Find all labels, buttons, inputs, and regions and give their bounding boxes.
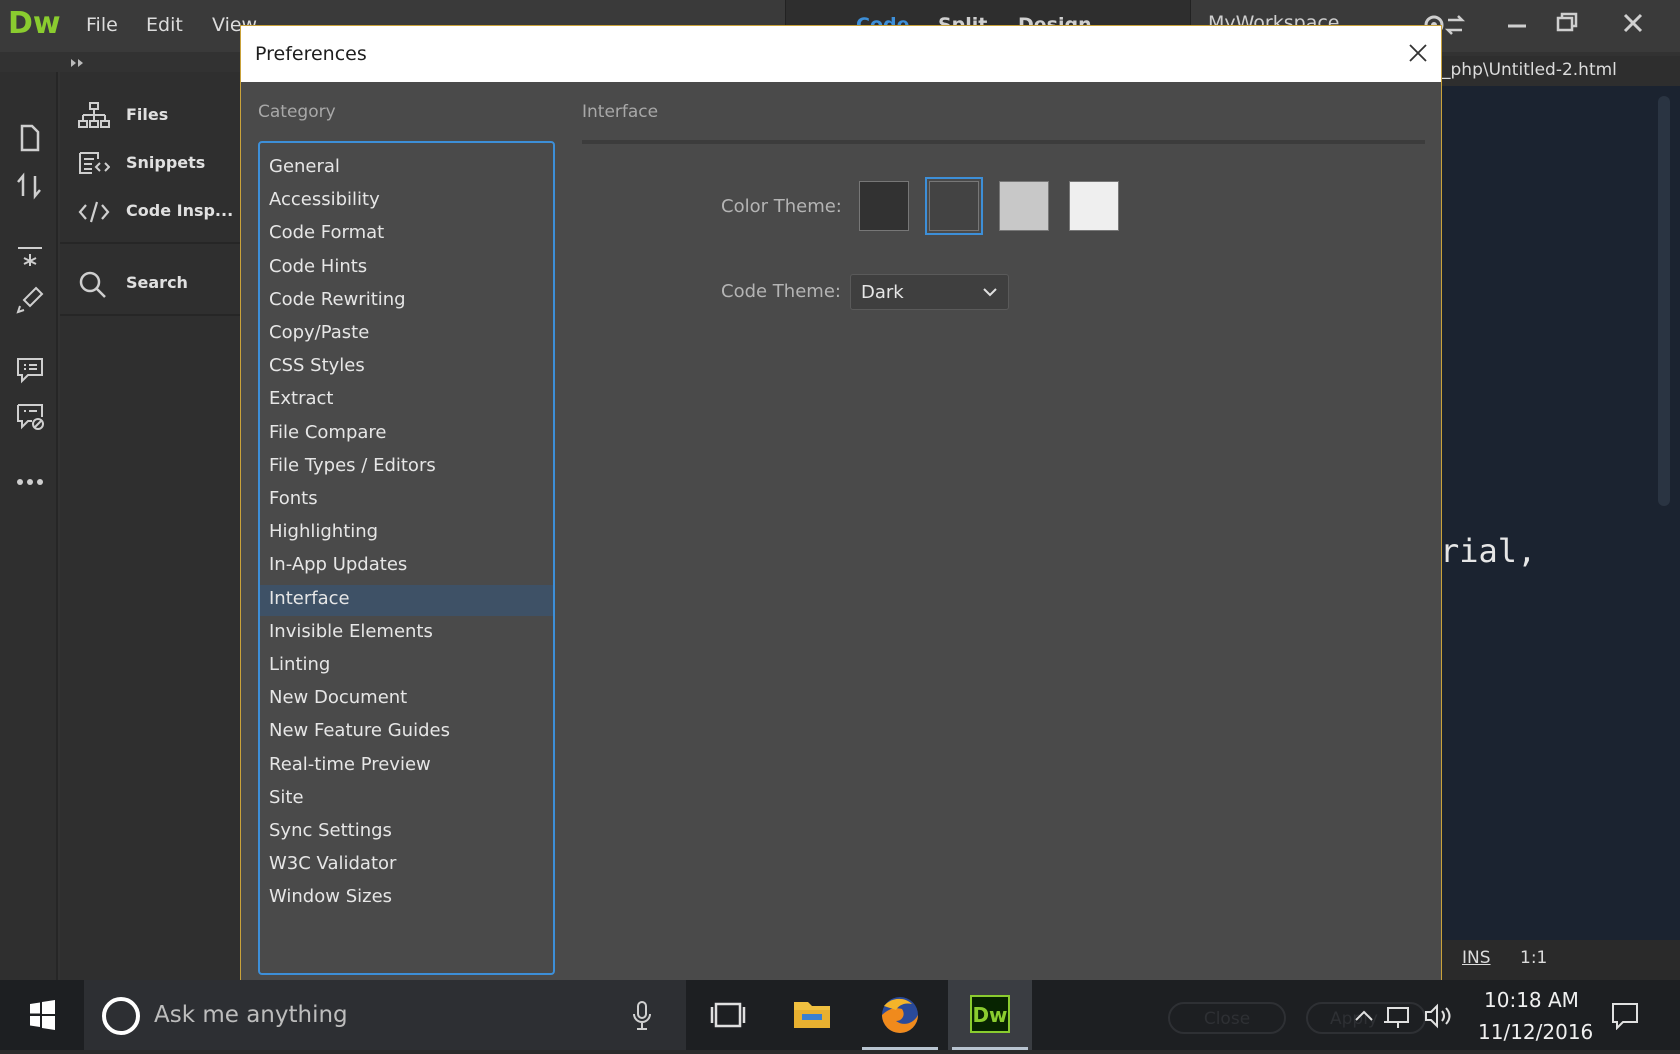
expand-all-icon[interactable] (14, 238, 46, 270)
dreamweaver-logo: Dw (8, 6, 61, 41)
code-line: rial, (1440, 532, 1537, 570)
panel-snippets-label: Snippets (126, 153, 206, 172)
category-item-code-hints[interactable]: Code Hints (260, 253, 553, 284)
color-theme-label: Color Theme: (721, 196, 842, 217)
minimize-icon[interactable] (1498, 6, 1536, 40)
svg-text:Dw: Dw (972, 1003, 1007, 1027)
category-item-extract[interactable]: Extract (260, 385, 553, 416)
dialog-close-button[interactable]: Close (1168, 1002, 1286, 1034)
panel-divider (60, 242, 240, 244)
category-item-highlighting[interactable]: Highlighting (260, 518, 553, 549)
category-item-invisible-elements[interactable]: Invisible Elements (260, 618, 553, 649)
color-theme-swatch[interactable] (859, 181, 909, 231)
code-theme-dropdown[interactable]: Dark (850, 274, 1009, 310)
folder-icon (794, 1002, 830, 1028)
search-placeholder: Ask me anything (154, 1002, 348, 1028)
panel-files[interactable]: Files (78, 98, 238, 134)
dreamweaver-icon: Dw (970, 995, 1010, 1033)
category-item-interface[interactable]: Interface (260, 584, 553, 616)
editor-scrollbar[interactable] (1658, 96, 1670, 506)
task-view-button[interactable] (686, 980, 770, 1050)
code-theme-label: Code Theme: (721, 281, 841, 302)
panel-search-label: Search (126, 273, 188, 292)
microphone-icon[interactable] (632, 1000, 652, 1032)
code-editor[interactable]: _php\Untitled-2.html rial, INS 1:1 (1440, 56, 1680, 980)
category-heading: Category (258, 102, 336, 122)
category-item-window-sizes[interactable]: Window Sizes (260, 883, 553, 914)
category-item-w3c-validator[interactable]: W3C Validator (260, 850, 553, 881)
files-icon (78, 102, 110, 128)
cursor-position: 1:1 (1520, 948, 1548, 968)
file-transfer-icon[interactable] (14, 170, 46, 202)
side-panel: Files Snippets Code Insp... Search (60, 72, 240, 980)
category-item-copy-paste[interactable]: Copy/Paste (260, 319, 553, 350)
category-list[interactable]: General Accessibility Code Format Code Hint… (258, 141, 555, 975)
color-theme-swatch[interactable] (925, 177, 983, 235)
category-item-css-styles[interactable]: CSS Styles (260, 352, 553, 383)
close-icon[interactable] (1405, 40, 1431, 66)
status-bar: INS 1:1 (1440, 940, 1680, 980)
insert-mode-indicator[interactable]: INS (1462, 948, 1491, 968)
clock-time[interactable]: 10:18 AM (1484, 988, 1579, 1012)
dreamweaver-taskbar-button[interactable]: Dw (948, 980, 1032, 1050)
task-view-icon (710, 1002, 746, 1028)
color-theme-swatch[interactable] (999, 181, 1049, 231)
cortana-icon (102, 997, 140, 1035)
remove-comment-icon[interactable] (14, 400, 46, 432)
windows-start-icon[interactable] (0, 980, 84, 1050)
category-item-site[interactable]: Site (260, 784, 553, 815)
category-item-accessibility[interactable]: Accessibility (260, 186, 553, 217)
category-item-file-compare[interactable]: File Compare (260, 419, 553, 450)
category-item-fonts[interactable]: Fonts (260, 485, 553, 516)
category-item-real-time-preview[interactable]: Real-time Preview (260, 751, 553, 782)
category-item-code-rewriting[interactable]: Code Rewriting (260, 286, 553, 317)
menu-edit[interactable]: Edit (146, 14, 183, 36)
panel-code-inspect[interactable]: Code Insp... (78, 194, 238, 230)
dialog-titlebar: Preferences (241, 26, 1441, 82)
code-icon (78, 201, 110, 223)
document-toolbar (0, 72, 58, 980)
category-item-code-format[interactable]: Code Format (260, 219, 553, 250)
apply-comment-icon[interactable] (14, 354, 46, 386)
new-file-icon[interactable] (14, 122, 46, 154)
category-item-file-types-editors[interactable]: File Types / Editors (260, 452, 553, 483)
snippets-icon (79, 152, 110, 174)
panel-divider (60, 314, 240, 316)
category-item-sync-settings[interactable]: Sync Settings (260, 817, 553, 848)
system-tray-icons[interactable] (1352, 1002, 1462, 1030)
firefox-icon (882, 997, 918, 1033)
category-item-new-feature-guides[interactable]: New Feature Guides (260, 717, 553, 748)
category-item-general[interactable]: General (260, 153, 553, 184)
preferences-dialog: Preferences Category General Accessibilit… (240, 25, 1442, 980)
firefox-button[interactable] (858, 980, 942, 1050)
clock-date[interactable]: 11/12/2016 (1478, 1020, 1593, 1044)
panel-search[interactable]: Search (78, 266, 238, 302)
code-theme-value: Dark (861, 282, 904, 303)
category-item-linting[interactable]: Linting (260, 651, 553, 682)
file-explorer-button[interactable] (770, 980, 854, 1050)
panel-files-label: Files (126, 105, 169, 124)
dialog-title: Preferences (255, 43, 367, 65)
panel-code-inspect-label: Code Insp... (126, 201, 234, 220)
close-window-icon[interactable] (1614, 6, 1652, 40)
action-center-icon[interactable] (1610, 1000, 1640, 1030)
expand-panels-icon[interactable] (66, 54, 90, 72)
cortana-search-box[interactable]: Ask me anything (84, 980, 686, 1050)
category-item-new-document[interactable]: New Document (260, 684, 553, 715)
more-options-icon[interactable] (14, 466, 46, 498)
section-divider (582, 140, 1425, 144)
section-title: Interface (582, 102, 659, 122)
document-tab[interactable]: _php\Untitled-2.html (1440, 56, 1680, 86)
chevron-down-icon (983, 288, 997, 297)
format-source-icon[interactable] (14, 284, 46, 316)
search-icon (79, 271, 106, 298)
taskbar: Close Apply Ask me anything Dw 10:18 AM … (0, 980, 1680, 1050)
color-theme-swatch[interactable] (1069, 181, 1119, 231)
category-item-in-app-updates[interactable]: In-App Updates (260, 551, 553, 582)
restore-icon[interactable] (1548, 6, 1586, 40)
menu-file[interactable]: File (86, 14, 118, 36)
panel-snippets[interactable]: Snippets (78, 146, 238, 182)
